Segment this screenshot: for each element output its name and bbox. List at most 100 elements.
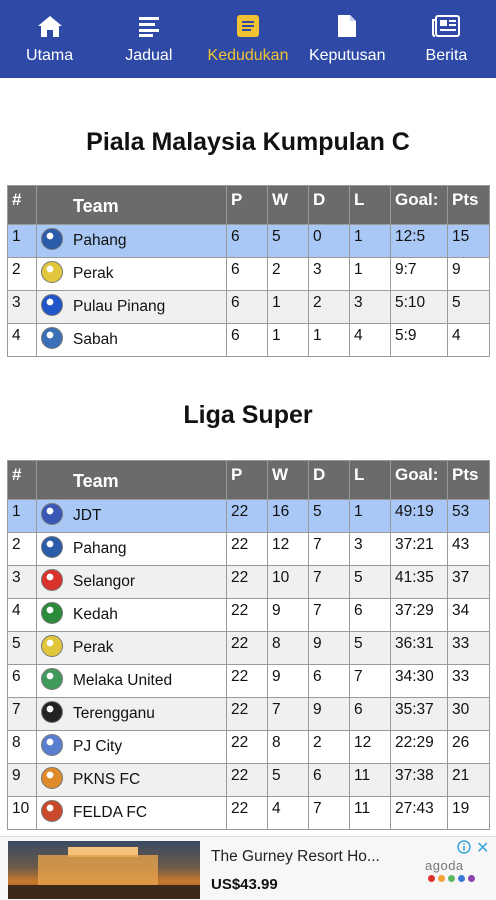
ad-banner[interactable]: The Gurney Resort Ho... US$43.99 agoda ✕ [0, 836, 496, 900]
team-crest-icon [41, 800, 63, 822]
cell-played: 22 [226, 631, 268, 665]
cell-lost: 7 [349, 664, 391, 698]
cell-team: JDT [36, 499, 227, 533]
table-row[interactable]: 4 Kedah 22 9 7 6 37:29 34 [7, 598, 490, 632]
cell-position: 7 [7, 697, 37, 731]
header-won: W [267, 460, 309, 500]
table-row[interactable]: 2 Pahang 22 12 7 3 37:21 43 [7, 532, 490, 566]
standings-icon [234, 12, 262, 40]
cell-played: 6 [226, 290, 268, 324]
cell-team: Perak [36, 257, 227, 291]
nav-item-kedudukan[interactable]: Kedudukan [198, 0, 297, 78]
table-body: 1 JDT 22 16 5 1 49:19 53 2 Pahang 22 12 7 3 37:21 43 3 Se… [7, 499, 490, 830]
cell-played: 22 [226, 763, 268, 797]
cell-team: Pahang [36, 532, 227, 566]
team-crest-icon [41, 327, 63, 349]
cell-goals: 41:35 [390, 565, 448, 599]
team-name: Kedah [73, 606, 118, 623]
table-header-row: # Team P W D L Goal: Pts [7, 185, 490, 225]
table-row[interactable]: 9 PKNS FC 22 5 6 11 37:38 21 [7, 763, 490, 797]
cell-lost: 11 [349, 763, 391, 797]
cell-team: PKNS FC [36, 763, 227, 797]
cell-lost: 1 [349, 499, 391, 533]
header-team: Team [36, 185, 227, 225]
hotel-image[interactable] [8, 841, 200, 899]
team-crest-icon [41, 503, 63, 525]
standings-table: # Team P W D L Goal: Pts 1 JDT 22 16 5 1 49:19… [7, 460, 490, 830]
table-row[interactable]: 1 Pahang 6 5 0 1 12:5 15 [7, 224, 490, 258]
section-title: Liga Super [183, 401, 313, 429]
header-points: Pts [447, 460, 490, 500]
table-row[interactable]: 3 Pulau Pinang 6 1 2 3 5:10 5 [7, 290, 490, 324]
cell-drawn: 3 [308, 257, 350, 291]
brand-dot [448, 875, 455, 882]
nav-label: Keputusan [308, 47, 386, 64]
table-row[interactable]: 4 Sabah 6 1 1 4 5:9 4 [7, 323, 490, 357]
cell-points: 43 [447, 532, 490, 566]
cell-won: 4 [267, 796, 309, 830]
nav-item-utama[interactable]: Utama [0, 0, 99, 78]
cell-points: 19 [447, 796, 490, 830]
team-name: Sabah [73, 331, 118, 348]
cell-played: 22 [226, 664, 268, 698]
cell-points: 5 [447, 290, 490, 324]
cell-position: 2 [7, 532, 37, 566]
cell-won: 16 [267, 499, 309, 533]
nav-item-berita[interactable]: Berita [397, 0, 496, 78]
document-icon [333, 12, 361, 40]
cell-drawn: 7 [308, 565, 350, 599]
cell-team: Pulau Pinang [36, 290, 227, 324]
cell-position: 10 [7, 796, 37, 830]
cell-drawn: 7 [308, 598, 350, 632]
cell-played: 6 [226, 257, 268, 291]
cell-position: 4 [7, 598, 37, 632]
nav-item-keputusan[interactable]: Keputusan [298, 0, 397, 78]
cell-lost: 3 [349, 290, 391, 324]
cell-position: 6 [7, 664, 37, 698]
cell-drawn: 7 [308, 532, 350, 566]
table-row[interactable]: 2 Perak 6 2 3 1 9:7 9 [7, 257, 490, 291]
cell-lost: 1 [349, 257, 391, 291]
table-row[interactable]: 3 Selangor 22 10 7 5 41:35 37 [7, 565, 490, 599]
standings-content[interactable]: Piala Malaysia Kumpulan C # Team P W D L… [0, 78, 496, 836]
table-row[interactable]: 5 Perak 22 8 9 5 36:31 33 [7, 631, 490, 665]
cell-won: 2 [267, 257, 309, 291]
home-icon [36, 12, 64, 40]
team-crest-icon [41, 668, 63, 690]
cell-team: Pahang [36, 224, 227, 258]
cell-team: Sabah [36, 323, 227, 357]
team-name: Terengganu [73, 705, 155, 722]
cell-drawn: 9 [308, 697, 350, 731]
brand-dot [458, 875, 465, 882]
nav-item-jadual[interactable]: Jadual [99, 0, 198, 78]
table-row[interactable]: 6 Melaka United 22 9 6 7 34:30 33 [7, 664, 490, 698]
ad-title[interactable]: The Gurney Resort Ho... [211, 848, 380, 866]
cell-won: 7 [267, 697, 309, 731]
cell-drawn: 2 [308, 290, 350, 324]
team-crest-icon [41, 602, 63, 624]
cell-points: 30 [447, 697, 490, 731]
brand-dot [468, 875, 475, 882]
cell-played: 22 [226, 499, 268, 533]
table-row[interactable]: 7 Terengganu 22 7 9 6 35:37 30 [7, 697, 490, 731]
header-goals: Goal: [390, 185, 448, 225]
table-row[interactable]: 8 PJ City 22 8 2 12 22:29 26 [7, 730, 490, 764]
team-name: Selangor [73, 573, 136, 590]
cell-lost: 5 [349, 565, 391, 599]
cell-team: FELDA FC [36, 796, 227, 830]
cell-goals: 22:29 [390, 730, 448, 764]
hotel-image-detail [38, 855, 158, 885]
team-crest-icon [41, 536, 63, 558]
table-row[interactable]: 10 FELDA FC 22 4 7 11 27:43 19 [7, 796, 490, 830]
close-icon[interactable]: ✕ [476, 838, 489, 858]
cell-lost: 11 [349, 796, 391, 830]
header-drawn: D [308, 185, 350, 225]
table-row[interactable]: 1 JDT 22 16 5 1 49:19 53 [7, 499, 490, 533]
cell-points: 21 [447, 763, 490, 797]
cell-played: 22 [226, 565, 268, 599]
team-crest-icon [41, 294, 63, 316]
header-won: W [267, 185, 309, 225]
cell-played: 22 [226, 730, 268, 764]
cell-position: 9 [7, 763, 37, 797]
info-icon[interactable] [457, 840, 471, 854]
